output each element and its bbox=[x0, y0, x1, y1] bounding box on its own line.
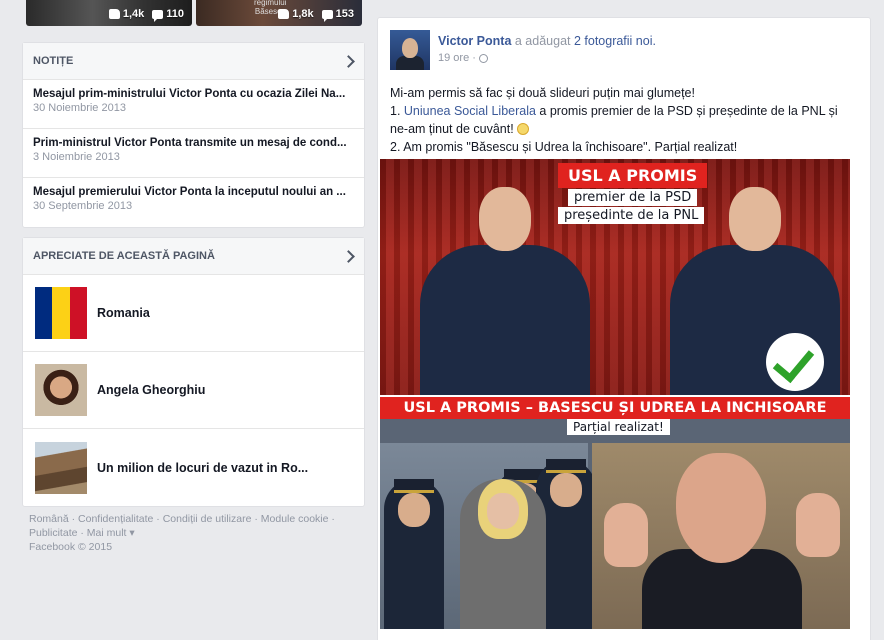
note-item[interactable]: Mesajul prim-ministrului Victor Ponta cu… bbox=[23, 80, 364, 129]
photo-2-stats: 1,8k 153 bbox=[278, 8, 354, 22]
note-title[interactable]: Mesajul prim-ministrului Victor Ponta cu… bbox=[33, 88, 354, 100]
post-image-2[interactable]: USL A PROMIS – BASESCU ȘI UDREA LA INCHI… bbox=[380, 397, 850, 629]
post-header: Victor Ponta a adăugat 2 fotografii noi.… bbox=[378, 18, 870, 70]
post-card: Victor Ponta a adăugat 2 fotografii noi.… bbox=[377, 17, 871, 640]
top-photo-strip: 1,4k 110 regimului Băsescu 1,8k 153 bbox=[26, 0, 362, 26]
post-author[interactable]: Victor Ponta bbox=[438, 34, 511, 48]
note-title[interactable]: Mesajul premierului Victor Ponta la ince… bbox=[33, 186, 354, 198]
photo-1-comments: 110 bbox=[166, 8, 184, 20]
post-line-1: Mi-am permis să fac și două slideuri puț… bbox=[390, 86, 695, 100]
image2-sub: Parțial realizat! bbox=[567, 419, 670, 435]
footer-copyright: Facebook © 2015 bbox=[29, 541, 113, 553]
top-photo-1[interactable]: 1,4k 110 bbox=[26, 0, 192, 26]
post-action: a adăugat bbox=[511, 34, 574, 48]
note-item[interactable]: Prim-ministrul Victor Ponta transmite un… bbox=[23, 129, 364, 178]
person-left bbox=[420, 187, 590, 395]
liked-page-item[interactable]: Un milion de locuri de vazut in Ro... bbox=[23, 429, 364, 506]
smiley-icon bbox=[517, 123, 530, 135]
check-icon bbox=[766, 333, 824, 391]
rock-photo-thumbnail[interactable] bbox=[35, 441, 87, 494]
post-photos-link[interactable]: 2 fotografii noi. bbox=[574, 34, 656, 48]
post-image-1[interactable]: USL A PROMIS premier de la PSD președint… bbox=[380, 159, 850, 395]
note-date: 30 Noiembrie 2013 bbox=[33, 102, 126, 114]
image1-headline: USL A PROMIS bbox=[558, 163, 708, 188]
like-icon bbox=[108, 9, 120, 19]
usl-link[interactable]: Uniunea Social Liberala bbox=[404, 104, 536, 118]
photo-1-likes: 1,4k bbox=[122, 8, 145, 20]
post-meta: 19 ore · bbox=[438, 52, 656, 64]
post-line-2: 1. Uniunea Social Liberala a promis prem… bbox=[390, 104, 838, 136]
liked-page-item[interactable]: Angela Gheorghiu bbox=[23, 352, 364, 429]
comment-icon bbox=[321, 9, 333, 22]
note-title[interactable]: Prim-ministrul Victor Ponta transmite un… bbox=[33, 137, 354, 149]
footer-link-more[interactable]: Mai mult bbox=[87, 527, 127, 539]
basescu-scene bbox=[592, 443, 850, 629]
footer-link-privacy[interactable]: Confidențialitate bbox=[78, 513, 153, 525]
liked-page-name[interactable]: Romania bbox=[97, 306, 150, 320]
note-date: 3 Noiembrie 2013 bbox=[33, 151, 120, 163]
footer-link-language[interactable]: Română bbox=[29, 513, 69, 525]
arrest-scene bbox=[380, 443, 596, 629]
angela-photo-thumbnail[interactable] bbox=[35, 364, 87, 416]
globe-icon[interactable] bbox=[478, 53, 488, 63]
liked-pages-title: APRECIATE DE ACEASTĂ PAGINĂ bbox=[33, 250, 215, 262]
photo-2-comments: 153 bbox=[335, 8, 354, 20]
photo-2-likes: 1,8k bbox=[292, 8, 314, 20]
liked-page-name[interactable]: Un milion de locuri de vazut in Ro... bbox=[97, 461, 308, 475]
notes-header[interactable]: NOTIȚE bbox=[23, 43, 364, 80]
notes-card: NOTIȚE Mesajul prim-ministrului Victor P… bbox=[22, 42, 365, 228]
note-item[interactable]: Mesajul premierului Victor Ponta la ince… bbox=[23, 178, 364, 227]
post-author-line: Victor Ponta a adăugat 2 fotografii noi. bbox=[438, 34, 656, 48]
comment-icon bbox=[152, 9, 164, 22]
like-icon bbox=[278, 9, 290, 19]
liked-pages-header[interactable]: APRECIATE DE ACEASTĂ PAGINĂ bbox=[23, 238, 364, 275]
liked-page-item[interactable]: Romania bbox=[23, 275, 364, 352]
post-text: Mi-am permis să fac și două slideuri puț… bbox=[378, 70, 870, 156]
post-time[interactable]: 19 ore bbox=[438, 52, 469, 64]
image2-headline: USL A PROMIS – BASESCU ȘI UDREA LA INCHI… bbox=[380, 397, 850, 419]
post-line-3: 2. Am promis "Băsescu și Udrea la închis… bbox=[390, 140, 738, 154]
footer-link-terms[interactable]: Condiții de utilizare bbox=[163, 513, 252, 525]
photo-1-stats: 1,4k 110 bbox=[108, 8, 184, 22]
liked-page-name[interactable]: Angela Gheorghiu bbox=[97, 383, 205, 397]
notes-title: NOTIȚE bbox=[33, 55, 74, 67]
liked-pages-card: APRECIATE DE ACEASTĂ PAGINĂ Romania Ange… bbox=[22, 237, 365, 507]
chevron-right-icon[interactable] bbox=[344, 249, 354, 263]
image1-sub-2: președinte de la PNL bbox=[558, 207, 705, 224]
chevron-right-icon[interactable] bbox=[344, 54, 354, 68]
footer-link-cookies[interactable]: Module cookie bbox=[261, 513, 329, 525]
top-photo-2[interactable]: regimului Băsescu 1,8k 153 bbox=[196, 0, 362, 26]
romania-flag-thumbnail[interactable] bbox=[35, 287, 87, 339]
author-avatar[interactable] bbox=[390, 30, 430, 70]
footer-link-ads[interactable]: Publicitate bbox=[29, 527, 77, 539]
note-date: 30 Septembrie 2013 bbox=[33, 200, 133, 212]
page-footer: Română · Confidențialitate · Condiții de… bbox=[29, 513, 335, 553]
image1-sub-1: premier de la PSD bbox=[568, 189, 698, 206]
